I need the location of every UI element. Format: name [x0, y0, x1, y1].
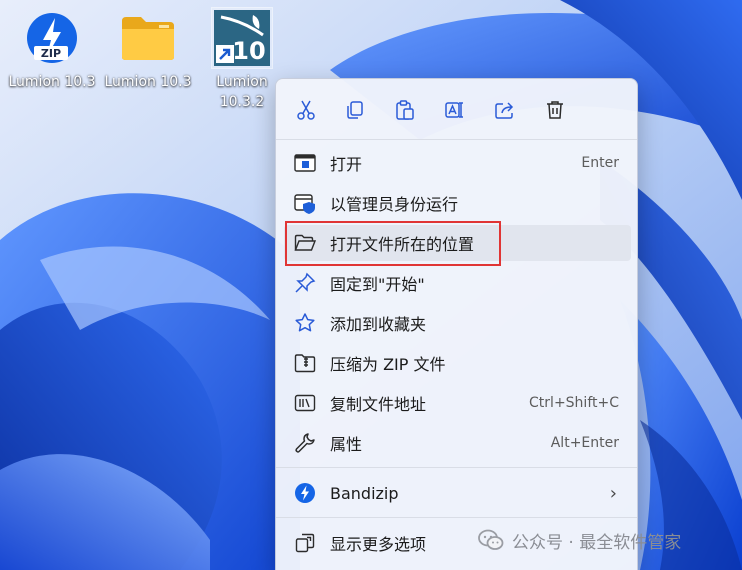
share-icon: [495, 102, 514, 119]
desktop-icon-label: Lumion 10.3.2: [216, 74, 268, 110]
menu-item-pin-to-start[interactable]: 固定到"开始": [284, 265, 631, 301]
desktop-icon-folder[interactable]: Lumion 10.3: [102, 8, 194, 92]
paste-icon: [396, 100, 414, 120]
menu-item-shortcut: Enter: [581, 155, 619, 171]
paste-button[interactable]: [388, 93, 422, 127]
svg-text:ZIP: ZIP: [41, 47, 61, 60]
context-menu: 打开 Enter 以管理员身份运行 打开文件所在的位置 固定到"开始" 添加到收…: [275, 78, 638, 570]
menu-item-label: 复制文件地址: [330, 395, 427, 414]
run-as-admin-icon: [292, 190, 318, 216]
watermark: 公众号 · 最全软件管家: [478, 524, 681, 556]
star-icon: [292, 310, 318, 336]
lumion-shortcut-icon: 10: [211, 7, 273, 69]
desktop-icon-bandizip-archive[interactable]: ZIP Lumion 10.3: [6, 8, 98, 92]
copy-button[interactable]: [338, 93, 372, 127]
desktop-icon-label: Lumion 10.3: [8, 74, 96, 90]
menu-item-properties[interactable]: 属性 Alt+Enter: [284, 425, 631, 461]
menu-item-label: Bandizip: [330, 483, 399, 503]
menu-item-label: 打开: [330, 155, 363, 174]
more-options-icon: [292, 530, 318, 556]
menu-item-add-to-favorites[interactable]: 添加到收藏夹: [284, 305, 631, 341]
menu-item-compress-zip[interactable]: 压缩为 ZIP 文件: [284, 345, 631, 381]
menu-separator: [276, 517, 637, 518]
share-button[interactable]: [488, 93, 522, 127]
menu-item-bandizip[interactable]: Bandizip ›: [284, 475, 631, 511]
menu-item-open[interactable]: 打开 Enter: [284, 145, 631, 181]
delete-button[interactable]: [538, 93, 572, 127]
zip-folder-icon: [292, 350, 318, 376]
scissors-icon: [297, 100, 315, 120]
menu-item-copy-as-path[interactable]: 复制文件地址 Ctrl+Shift+C: [284, 385, 631, 421]
chevron-right-icon: ›: [609, 482, 617, 504]
menu-item-label: 打开文件所在的位置: [330, 235, 475, 254]
menu-item-run-as-admin[interactable]: 以管理员身份运行: [284, 185, 631, 221]
cut-button[interactable]: [289, 93, 323, 127]
pin-icon: [292, 270, 318, 296]
open-folder-icon: [292, 230, 318, 256]
menu-item-shortcut: Ctrl+Shift+C: [529, 395, 619, 411]
menu-separator: [276, 139, 637, 140]
copy-path-icon: [292, 390, 318, 416]
watermark-text: 公众号 · 最全软件管家: [512, 532, 682, 553]
menu-separator: [276, 467, 637, 468]
wechat-icon: [478, 529, 504, 550]
open-app-icon: [292, 150, 318, 176]
menu-item-shortcut: Alt+Enter: [550, 435, 619, 451]
bandizip-icon: [292, 480, 318, 506]
menu-item-label: 固定到"开始": [330, 275, 425, 294]
trash-icon: [547, 101, 563, 119]
rename-icon: [445, 102, 463, 118]
desktop-icon-label: Lumion 10.3: [104, 74, 192, 90]
svg-text:10: 10: [232, 37, 265, 65]
menu-item-label: 属性: [330, 435, 363, 454]
menu-item-label: 以管理员身份运行: [330, 195, 459, 214]
bandizip-zip-icon: ZIP: [22, 8, 82, 68]
menu-item-label: 添加到收藏夹: [330, 315, 427, 334]
wrench-icon: [292, 430, 318, 456]
folder-icon: [118, 8, 178, 68]
menu-item-label: 压缩为 ZIP 文件: [330, 355, 446, 374]
quick-actions-bar: [276, 79, 637, 139]
copy-icon: [347, 101, 363, 119]
menu-item-open-file-location[interactable]: 打开文件所在的位置: [284, 225, 631, 261]
rename-button[interactable]: [438, 93, 472, 127]
